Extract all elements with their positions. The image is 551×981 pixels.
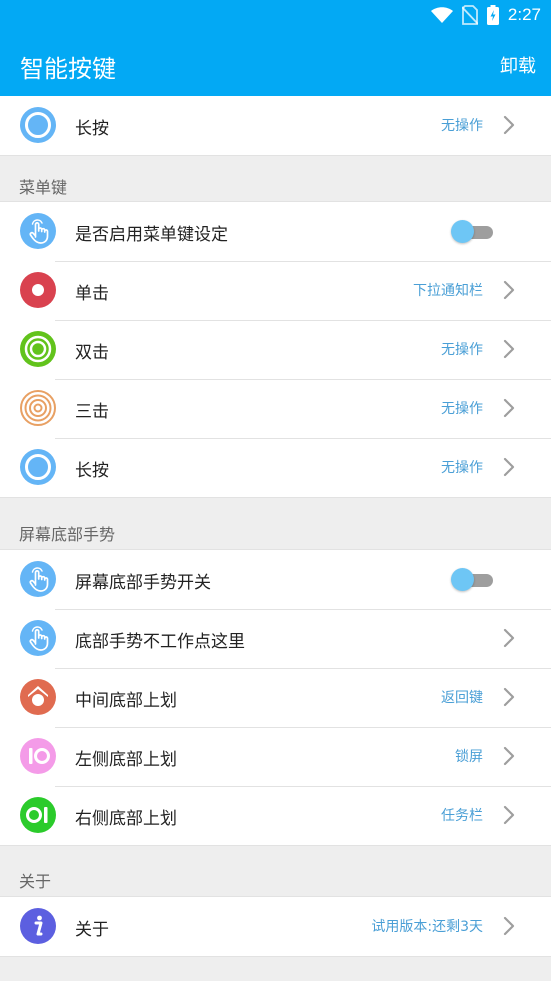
middle-swipe-value: 返回键 (441, 690, 483, 706)
lock-screen-icon (20, 738, 56, 774)
single-click-value: 下拉通知栏 (413, 283, 483, 299)
double-click-row[interactable]: 双击 无操作 (0, 320, 551, 379)
bottom-gesture-toggle[interactable] (451, 568, 493, 591)
ring-icon (20, 107, 56, 143)
long-press-value: 无操作 (441, 118, 483, 134)
chevron-right-icon (502, 397, 516, 419)
menu-key-group: 是否启用菜单键设定 单击 下拉通知栏 双击 无操作 三击 无操作 长按 无操作 (0, 201, 551, 498)
tap-finger-icon (20, 213, 56, 249)
gesture-help-label: 底部手势不工作点这里 (75, 632, 245, 652)
chevron-right-icon (502, 804, 516, 826)
left-swipe-label: 左侧底部上划 (75, 750, 177, 770)
long-press-value: 无操作 (441, 460, 483, 476)
middle-swipe-label: 中间底部上划 (75, 691, 177, 711)
top-settings-group: 长按 无操作 (0, 96, 551, 156)
chevron-right-icon (502, 627, 516, 649)
chevron-right-icon (502, 279, 516, 301)
bottom-gesture-group: 屏幕底部手势开关 底部手势不工作点这里 中间底部上划 返回键 左侧底部上划 锁屏… (0, 549, 551, 846)
chevron-right-icon (502, 338, 516, 360)
gesture-help-row[interactable]: 底部手势不工作点这里 (0, 609, 551, 668)
chevron-right-icon (502, 456, 516, 478)
chevron-right-icon (502, 915, 516, 937)
single-dot-icon (20, 272, 56, 308)
long-press-label: 长按 (75, 461, 109, 481)
double-ring-icon (20, 331, 56, 367)
tap-finger-icon (20, 561, 56, 597)
long-press-top-row[interactable]: 长按 无操作 (0, 96, 551, 155)
chevron-right-icon (502, 686, 516, 708)
app-bar: 智能按键 卸载 (0, 30, 551, 98)
home-icon (20, 679, 56, 715)
page-title: 智能按键 (20, 55, 116, 83)
about-label: 关于 (75, 920, 109, 940)
right-swipe-label: 右侧底部上划 (75, 809, 177, 829)
no-sim-icon (461, 5, 478, 25)
right-swipe-value: 任务栏 (441, 808, 483, 824)
about-row[interactable]: 关于 试用版本:还剩3天 (0, 897, 551, 956)
middle-swipe-row[interactable]: 中间底部上划 返回键 (0, 668, 551, 727)
left-swipe-value: 锁屏 (455, 749, 483, 765)
triple-click-row[interactable]: 三击 无操作 (0, 379, 551, 438)
menu-key-toggle[interactable] (451, 220, 493, 243)
info-icon (20, 908, 56, 944)
wifi-icon (430, 6, 453, 23)
about-value: 试用版本:还剩3天 (371, 919, 483, 935)
right-swipe-row[interactable]: 右侧底部上划 任务栏 (0, 786, 551, 845)
tap-finger-icon (20, 620, 56, 656)
section-header-menu-key: 菜单键 (19, 178, 68, 197)
left-swipe-row[interactable]: 左侧底部上划 锁屏 (0, 727, 551, 786)
double-click-label: 双击 (75, 343, 109, 363)
chevron-right-icon (502, 114, 516, 136)
double-click-value: 无操作 (441, 342, 483, 358)
menu-key-enable-row[interactable]: 是否启用菜单键设定 (0, 202, 551, 261)
status-time: 2:27 (507, 5, 541, 24)
single-click-row[interactable]: 单击 下拉通知栏 (0, 261, 551, 320)
triple-click-value: 无操作 (441, 401, 483, 417)
battery-charging-icon (486, 5, 499, 25)
bottom-gesture-switch-row[interactable]: 屏幕底部手势开关 (0, 550, 551, 609)
chevron-right-icon (502, 745, 516, 767)
task-bar-icon (20, 797, 56, 833)
ring-icon (20, 449, 56, 485)
section-header-about: 关于 (19, 872, 52, 891)
status-bar: 2:27 (0, 0, 551, 30)
triple-ring-icon (20, 390, 56, 426)
single-click-label: 单击 (75, 284, 109, 304)
menu-key-enable-label: 是否启用菜单键设定 (75, 225, 228, 245)
long-press-row[interactable]: 长按 无操作 (0, 438, 551, 497)
section-header-bottom-gesture: 屏幕底部手势 (19, 525, 116, 544)
triple-click-label: 三击 (75, 402, 109, 422)
long-press-label: 长按 (75, 119, 109, 139)
bottom-gesture-switch-label: 屏幕底部手势开关 (75, 573, 211, 593)
uninstall-button[interactable]: 卸载 (500, 52, 536, 78)
about-group: 关于 试用版本:还剩3天 (0, 896, 551, 957)
